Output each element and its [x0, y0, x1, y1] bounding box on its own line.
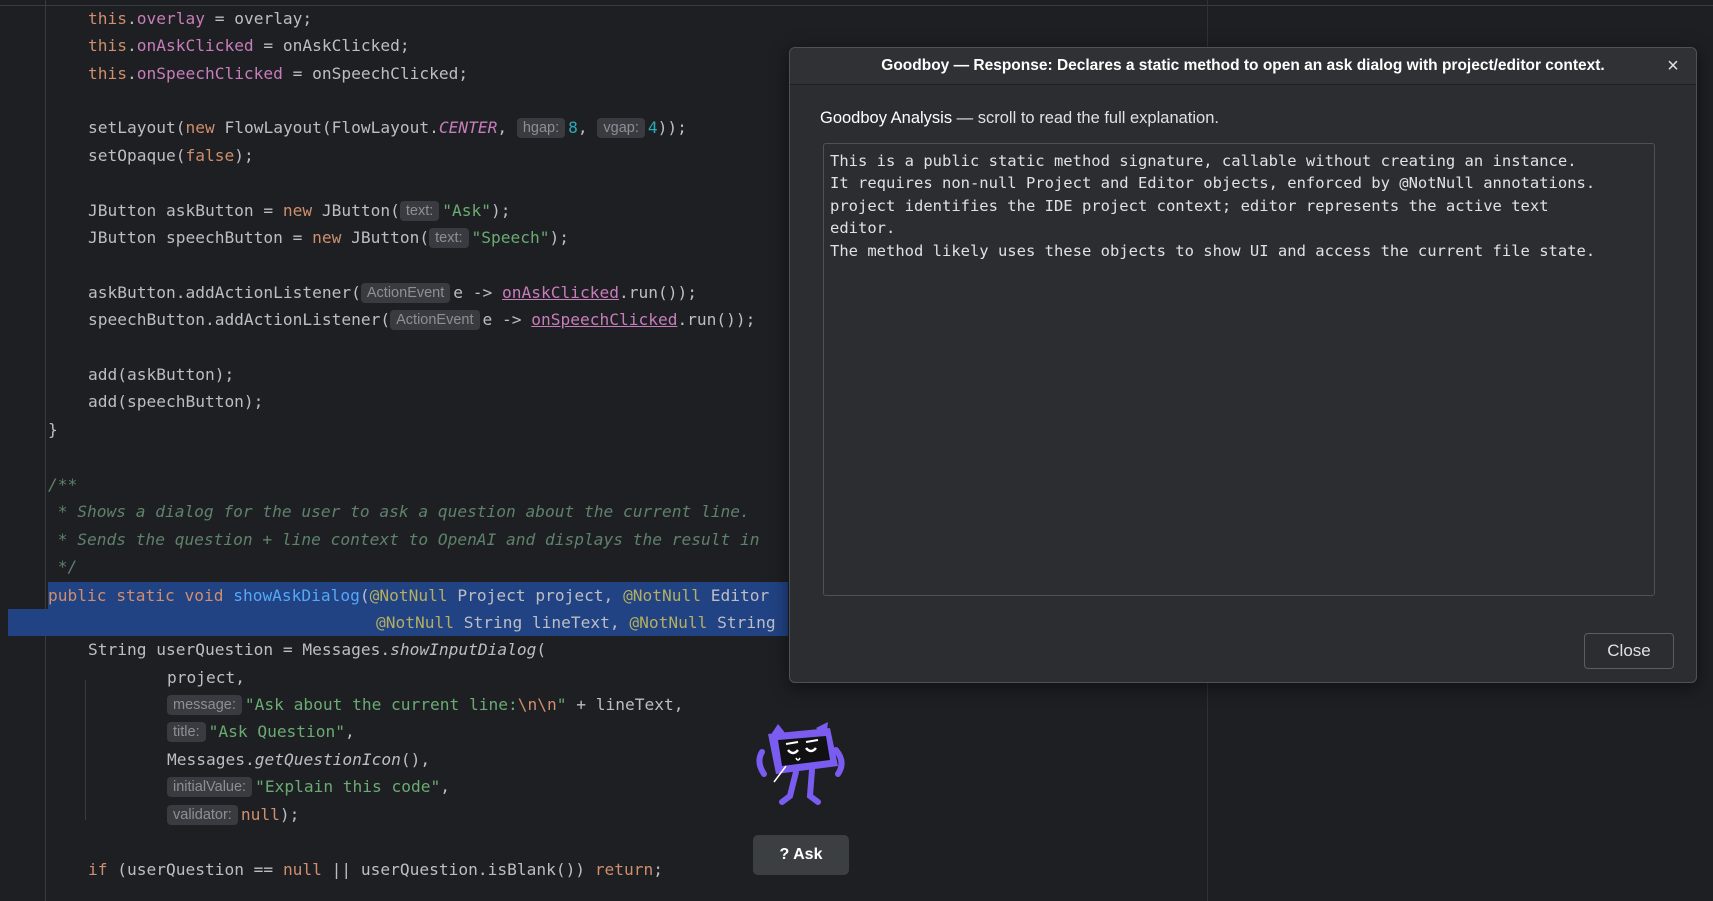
code-line: }	[48, 420, 58, 439]
code-line: initialValue: "Explain this code",	[167, 773, 450, 800]
code-line: if (userQuestion == null || userQuestion…	[88, 860, 664, 879]
code-line: Messages.getQuestionIcon(),	[167, 750, 431, 769]
dialog-title: Goodboy — Response: Declares a static me…	[881, 57, 1605, 74]
inlay-hint: hgap:	[516, 118, 566, 138]
doc-comment: * Sends the question + line context to O…	[48, 530, 760, 549]
code-line: askButton.addActionListener(ActionEvent e…	[88, 283, 697, 303]
code-line: project,	[167, 668, 245, 687]
code-line: speechButton.addActionListener(ActionEve…	[88, 310, 756, 330]
method-signature-line: public static void showAskDialog(@NotNul…	[48, 586, 770, 605]
code-line: setOpaque(false);	[88, 146, 254, 165]
close-icon[interactable]: ×	[1662, 55, 1684, 77]
code-line: validator: null);	[167, 801, 299, 828]
code-line: setLayout(new FlowLayout(FlowLayout.CENT…	[88, 118, 687, 138]
code-line: JButton askButton = new JButton(text: "As…	[88, 201, 511, 221]
code-line: this.overlay = overlay;	[88, 9, 313, 28]
inlay-hint: message:	[167, 695, 242, 715]
inlay-hint: ActionEvent	[390, 310, 480, 330]
inlay-hint: ActionEvent	[360, 283, 451, 303]
inlay-hint: vgap:	[597, 118, 645, 138]
ask-button[interactable]: ? Ask	[753, 835, 849, 875]
method-signature-line: @NotNull String lineText, @NotNull Strin…	[376, 613, 776, 632]
doc-comment: * Shows a dialog for the user to ask a q…	[48, 502, 750, 521]
goodboy-mascot-icon[interactable]	[756, 722, 846, 808]
code-line: String userQuestion = Messages.showInput…	[88, 640, 547, 659]
inlay-hint: title:	[167, 722, 206, 742]
code-line: add(speechButton);	[88, 392, 264, 411]
code-line: message: "Ask about the current line:\n\n…	[167, 691, 683, 718]
code-line: this.onAskClicked = onAskClicked;	[88, 36, 410, 55]
inlay-hint: initialValue:	[167, 777, 253, 797]
analysis-text-area[interactable]: This is a public static method signature…	[823, 143, 1655, 596]
doc-comment: /**	[48, 475, 78, 494]
dialog-subtitle: Goodboy Analysis — scroll to read the fu…	[820, 109, 1219, 127]
doc-comment: */	[48, 557, 78, 576]
indent-guide	[85, 680, 86, 820]
goodboy-response-dialog: Goodboy — Response: Declares a static me…	[789, 47, 1697, 683]
code-line: JButton speechButton = new JButton(text:…	[88, 228, 569, 248]
inlay-hint: text:	[429, 228, 469, 248]
code-line: title: "Ask Question",	[167, 718, 355, 745]
code-line: add(askButton);	[88, 365, 235, 384]
dialog-title-bar[interactable]: Goodboy — Response: Declares a static me…	[790, 48, 1696, 85]
indent-guide	[45, 0, 46, 901]
close-button[interactable]: Close	[1584, 633, 1674, 669]
inlay-hint: text:	[399, 201, 440, 221]
inlay-hint: validator:	[167, 805, 238, 825]
code-line: this.onSpeechClicked = onSpeechClicked;	[88, 64, 469, 83]
